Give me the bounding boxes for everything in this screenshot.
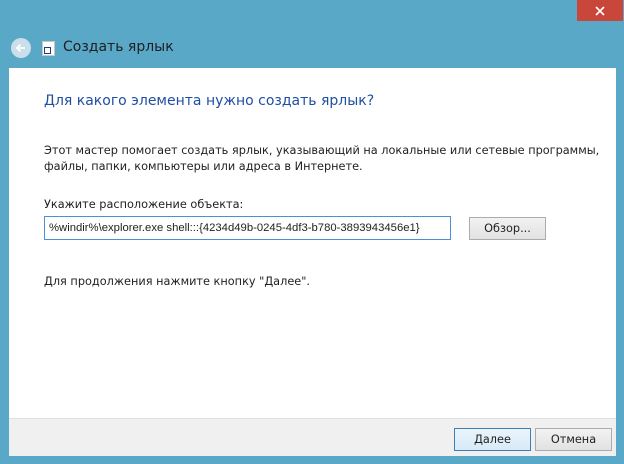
create-shortcut-window: Создать ярлык Для какого элемента нужно … [0,0,624,464]
page-heading: Для какого элемента нужно создать ярлык? [44,93,375,109]
cancel-button[interactable]: Отмена [535,428,612,451]
window-title: Создать ярлык [63,39,174,55]
location-input[interactable] [44,216,451,240]
close-button[interactable] [577,0,623,21]
wizard-footer: Далее Отмена [9,418,616,456]
back-arrow-icon [15,43,25,53]
wizard-content: Для какого элемента нужно создать ярлык?… [9,68,616,418]
location-label: Укажите расположение объекта: [44,198,244,211]
browse-button[interactable]: Обзор... [469,217,546,240]
next-button[interactable]: Далее [454,428,531,451]
wizard-description: Этот мастер помогает создать ярлык, указ… [44,144,600,173]
close-icon [595,5,605,16]
back-button[interactable] [11,38,31,58]
continue-hint: Для продолжения нажмите кнопку "Далее". [44,275,311,288]
title-bar: Создать ярлык [0,28,624,68]
shortcut-icon [42,41,55,56]
